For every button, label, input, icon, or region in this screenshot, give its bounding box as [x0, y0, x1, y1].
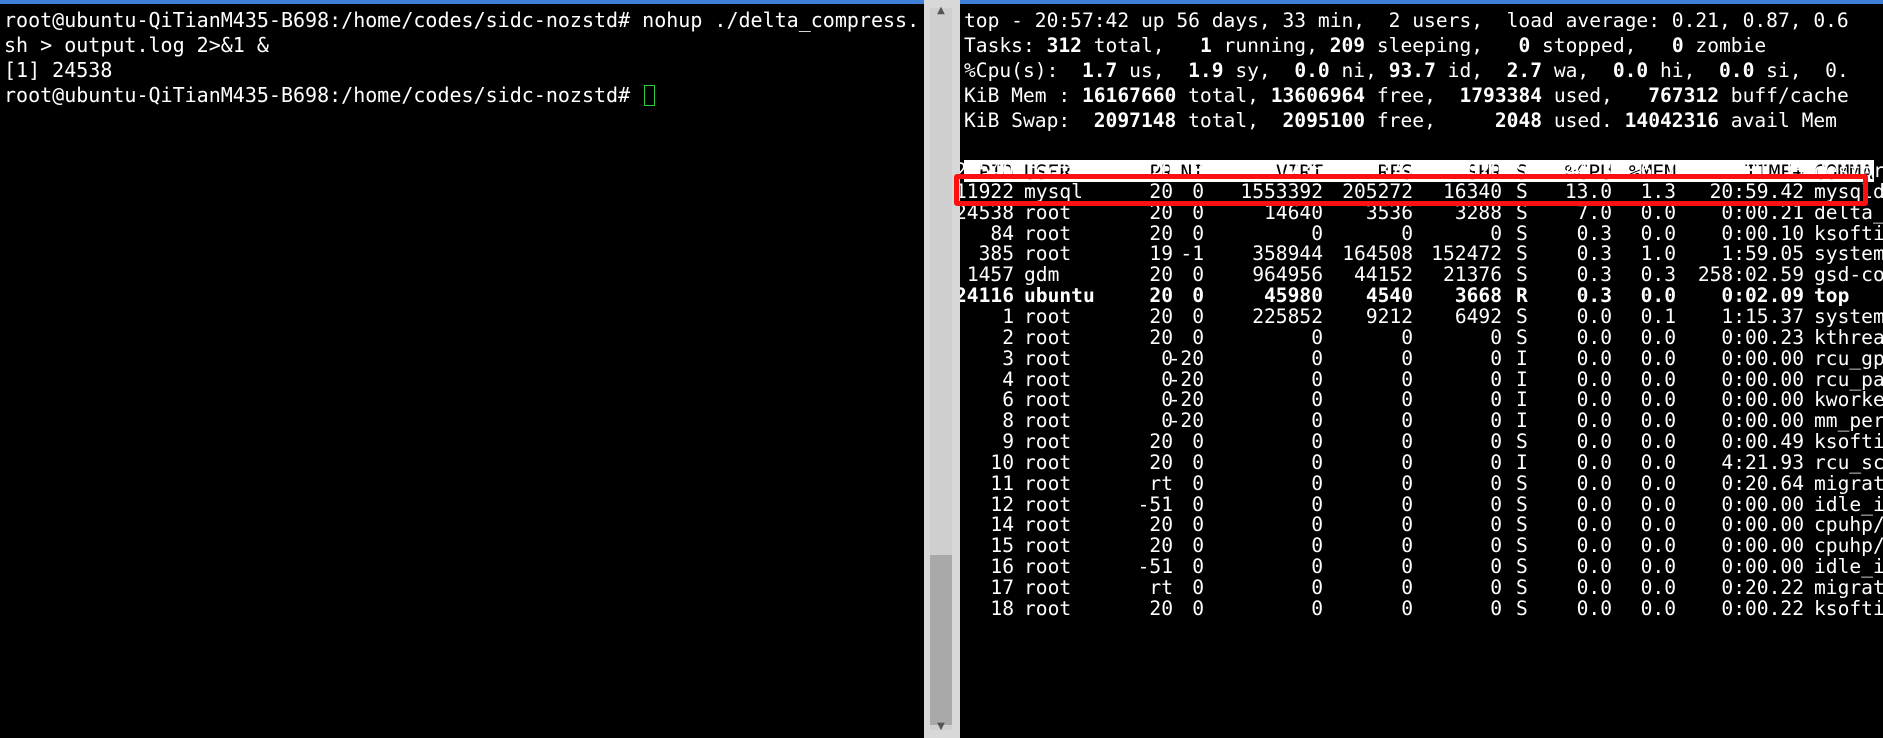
top-swap-line: KiB Swap: 2097148 total, 2095100 free, 2… [964, 109, 1837, 132]
cell-pid: 18 [990, 596, 1014, 620]
shell-prompt: root@ubuntu-QiTianM435-B698:/home/codes/… [4, 83, 643, 107]
process-row: 18root200000S0.00.00:00.22ksofti+ [960, 596, 1883, 621]
terminal-line: [1] 24538 [4, 58, 113, 82]
text-cursor [644, 85, 656, 106]
terminal-line: root@ubuntu-QiTianM435-B698:/home/codes/… [4, 8, 920, 32]
top-mem-line: KiB Mem : 16167660 total, 13606964 free,… [964, 84, 1849, 107]
terminal-line: sh > output.log 2>&1 & [4, 33, 269, 57]
cell-time: 0:00.22 [1721, 596, 1804, 620]
right-terminal-pane[interactable]: top - 20:57:42 up 56 days, 33 min, 2 use… [960, 0, 1883, 738]
top-cpu-line: %Cpu(s): 1.7 us, 1.9 sy, 0.0 ni, 93.7 id… [964, 59, 1849, 82]
terminal-prompt-line[interactable]: root@ubuntu-QiTianM435-B698:/home/codes/… [4, 83, 656, 108]
scroll-down-arrow-icon[interactable]: ▼ [934, 722, 948, 732]
top-tasks-line: Tasks: 312 total, 1 running, 209 sleepin… [964, 34, 1767, 57]
cell-command: ksofti+ [1814, 596, 1883, 620]
scrollbar-thumb[interactable] [930, 555, 952, 725]
top-uptime-line: top - 20:57:42 up 56 days, 33 min, 2 use… [964, 9, 1849, 32]
cell-mem: 0.0 [1640, 596, 1676, 620]
left-terminal-pane[interactable]: root@ubuntu-QiTianM435-B698:/home/codes/… [0, 0, 924, 738]
scroll-up-arrow-icon[interactable]: ▲ [934, 6, 948, 16]
